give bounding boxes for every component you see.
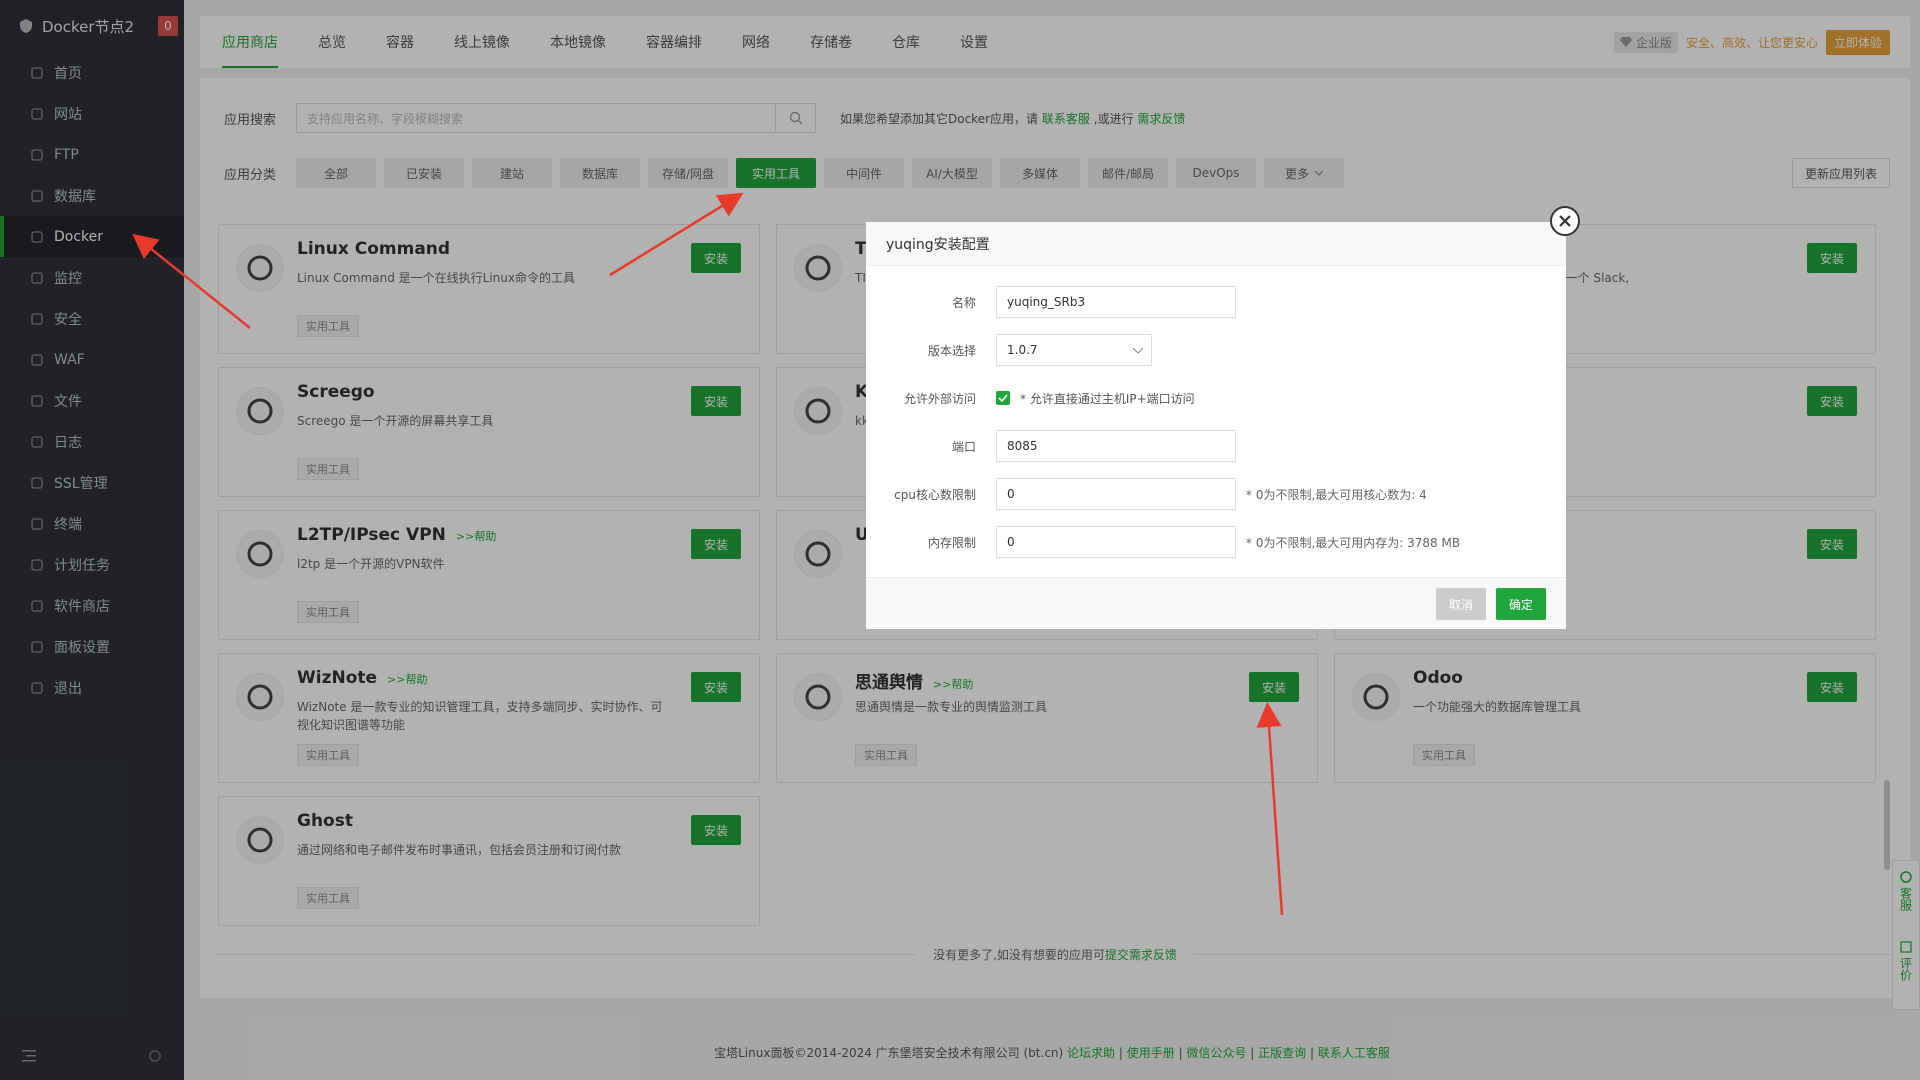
memory-limit-input[interactable]: 0 xyxy=(996,526,1236,558)
external-access-note: * 允许直接通过主机IP+端口访问 xyxy=(1020,391,1195,406)
port-input[interactable]: 8085 xyxy=(996,430,1236,462)
external-access-row: 允许外部访问 * 允许直接通过主机IP+端口访问 xyxy=(903,391,1195,406)
name-row: 名称 yuqing_SRb3 xyxy=(866,286,1566,318)
name-input[interactable]: yuqing_SRb3 xyxy=(996,286,1236,318)
port-row: 端口 8085 xyxy=(866,430,1566,462)
external-access-checkbox[interactable] xyxy=(996,391,1010,405)
cancel-button[interactable]: 取消 xyxy=(1436,588,1486,620)
modal-footer: 取消 确定 xyxy=(866,577,1566,629)
chevron-down-icon xyxy=(1132,344,1144,358)
memory-row: 内存限制 0 * 0为不限制,最大可用内存为: 3788 MB xyxy=(866,526,1566,558)
cpu-note: * 0为不限制,最大可用核心数为: 4 xyxy=(1246,487,1427,502)
cpu-limit-input[interactable]: 0 xyxy=(996,478,1236,510)
memory-note: * 0为不限制,最大可用内存为: 3788 MB xyxy=(1246,535,1461,550)
confirm-button[interactable]: 确定 xyxy=(1496,588,1546,620)
version-row: 版本选择 1.0.7 xyxy=(866,334,1566,366)
install-config-modal: yuqing安装配置 名称 yuqing_SRb3 版本选择 1.0.7 允许外… xyxy=(866,206,1580,629)
close-icon[interactable] xyxy=(1550,206,1580,236)
version-select[interactable]: 1.0.7 xyxy=(996,334,1152,366)
cpu-row: cpu核心数限制 0 * 0为不限制,最大可用核心数为: 4 xyxy=(866,478,1566,510)
modal-title: yuqing安装配置 xyxy=(866,222,1566,266)
